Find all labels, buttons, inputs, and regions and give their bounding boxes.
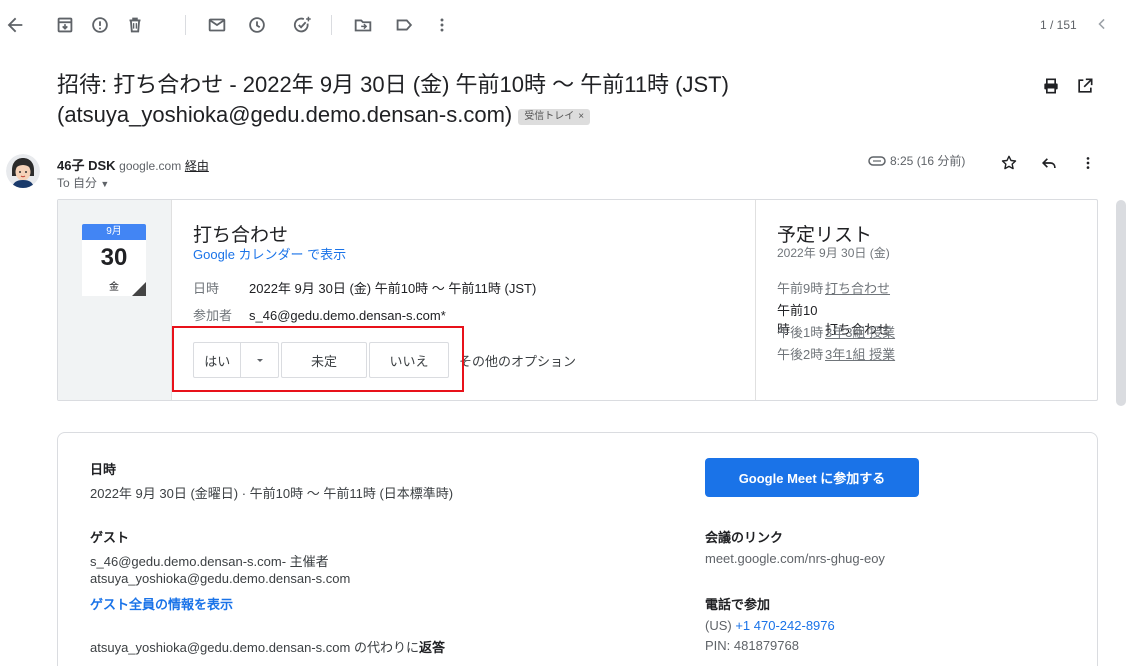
- event-who-label: 参加者: [193, 308, 233, 323]
- details-when-value: 2022年 9月 30日 (金曜日) · 午前10時 ～ 午前11時 (日本標準…: [90, 486, 454, 501]
- message-time: 8:25 (16 分前): [890, 154, 966, 168]
- phone-row: (US) +1 470-242-8976: [705, 618, 835, 633]
- details-when-heading: 日時: [90, 462, 117, 477]
- event-who-value: s_46@gedu.demo.densan-s.com*: [249, 308, 446, 323]
- more-options-link[interactable]: その他のオプション: [459, 351, 576, 370]
- event-who-row: 参加者 s_46@gedu.demo.densan-s.com*: [193, 305, 446, 324]
- remove-label-icon[interactable]: ×: [578, 111, 584, 122]
- reply-on-behalf-prefix: atsuya_yoshioka@gedu.demo.densan-s.com の…: [90, 640, 419, 655]
- calendar-date-icon: 9月 30 金: [82, 224, 146, 296]
- star-icon[interactable]: [999, 153, 1019, 173]
- agenda-panel: 予定リスト 2022年 9月 30日 (金) 午前9時 打ち合わせ 午前10時 打ち…: [755, 200, 1097, 400]
- rsvp-no-button[interactable]: いいえ: [369, 342, 449, 378]
- event-when-label: 日時: [193, 281, 220, 296]
- sender-name[interactable]: 46子 DSK: [57, 158, 116, 173]
- sender-domain: google.com: [119, 159, 182, 173]
- calendar-date-column: 9月 30 金: [58, 200, 172, 400]
- archive-icon[interactable]: [54, 14, 76, 36]
- rsvp-yes-dropdown[interactable]: [240, 343, 278, 377]
- chevron-left-icon[interactable]: [1092, 14, 1112, 34]
- agenda-item[interactable]: 午後1時 3年3組 授業: [777, 322, 895, 341]
- event-when-value: 2022年 9月 30日 (金) 午前10時 ～ 午前11時 (JST): [249, 281, 537, 296]
- agenda-item-name[interactable]: 打ち合わせ: [825, 281, 890, 296]
- reply-on-behalf: atsuya_yoshioka@gedu.demo.densan-s.com の…: [90, 637, 445, 656]
- snooze-icon[interactable]: [246, 14, 268, 36]
- agenda-item-name[interactable]: 3年1組 授業: [825, 347, 895, 362]
- reply-link[interactable]: 返答: [419, 640, 445, 655]
- reply-icon[interactable]: [1039, 153, 1059, 173]
- email-subject: 招待: 打ち合わせ - 2022年 9月 30日 (金) 午前10時 ～ 午前1…: [57, 70, 957, 130]
- join-meet-button[interactable]: Google Meet に参加する: [705, 458, 919, 497]
- phone-join-heading: 電話で参加: [705, 597, 771, 612]
- view-in-calendar-link[interactable]: Google カレンダー で表示: [193, 244, 346, 263]
- agenda-date: 2022年 9月 30日 (金): [777, 246, 890, 260]
- event-title: 打ち合わせ: [193, 225, 289, 246]
- subject-text: 招待: 打ち合わせ - 2022年 9月 30日 (金) 午前10時 ～ 午前1…: [57, 72, 729, 127]
- event-when-row: 日時 2022年 9月 30日 (金) 午前10時 ～ 午前11時 (JST): [193, 278, 536, 297]
- move-to-icon[interactable]: [352, 14, 374, 36]
- mark-unread-icon[interactable]: [206, 14, 228, 36]
- print-icon[interactable]: [1041, 76, 1061, 96]
- scrollbar-thumb[interactable]: [1116, 200, 1126, 406]
- phone-country: (US): [705, 618, 732, 633]
- details-guests-heading: ゲスト: [90, 530, 130, 545]
- toolbar-divider: [331, 15, 332, 35]
- calendar-day: 30: [100, 244, 128, 271]
- report-spam-icon[interactable]: [89, 14, 111, 36]
- event-details-card: 日時 2022年 9月 30日 (金曜日) · 午前10時 ～ 午前11時 (日…: [57, 432, 1098, 666]
- message-meta: 8:25 (16 分前): [868, 152, 965, 169]
- agenda-item[interactable]: 午後2時 3年1組 授業: [777, 344, 895, 363]
- recipient-text: To 自分: [57, 176, 98, 190]
- sender-via-link[interactable]: 経由: [185, 159, 209, 173]
- open-new-window-icon[interactable]: [1075, 76, 1095, 96]
- agenda-item-name[interactable]: 3年3組 授業: [825, 325, 895, 340]
- calendar-invite-card: 9月 30 金 打ち合わせ Google カレンダー で表示 日時 2022年 9…: [57, 199, 1098, 401]
- inbox-label-chip[interactable]: 受信トレイ ×: [518, 109, 591, 125]
- delete-icon[interactable]: [124, 14, 146, 36]
- toolbar-divider: [185, 15, 186, 35]
- agenda-item-time: 午後1時: [777, 325, 824, 340]
- page-fold-icon: [132, 282, 146, 296]
- agenda-item-time: 午前9時: [777, 281, 824, 296]
- more-vert-icon[interactable]: [431, 14, 453, 36]
- guest-attendee: atsuya_yoshioka@gedu.demo.densan-s.com: [90, 571, 351, 586]
- back-icon[interactable]: [4, 14, 26, 36]
- sender-line: 46子 DSK google.com 経由: [57, 155, 209, 174]
- show-all-guests-link[interactable]: ゲスト全員の情報を表示: [90, 594, 233, 613]
- guest-organizer: s_46@gedu.demo.densan-s.com- 主催者: [90, 554, 329, 569]
- calendar-month: 9月: [82, 224, 146, 240]
- rsvp-yes-label: はい: [204, 353, 231, 369]
- sender-avatar: [6, 154, 40, 188]
- recipient-line[interactable]: To 自分 ▼: [57, 174, 109, 191]
- agenda-item-time: 午後2時: [777, 347, 824, 362]
- pager-count: 1 / 151: [1040, 18, 1077, 32]
- meeting-link-heading: 会議のリンク: [705, 530, 784, 545]
- calendar-page: 30 金: [82, 240, 146, 296]
- add-task-icon[interactable]: [291, 14, 313, 36]
- meeting-link[interactable]: meet.google.com/nrs-ghug-eoy: [705, 551, 885, 566]
- recipient-dropdown-icon[interactable]: ▼: [100, 179, 109, 189]
- rsvp-yes-button[interactable]: はい: [193, 342, 279, 378]
- label-icon[interactable]: [393, 14, 415, 36]
- caret-down-icon: [256, 359, 263, 362]
- agenda-title: 予定リスト: [777, 225, 873, 246]
- rsvp-maybe-button[interactable]: 未定: [281, 342, 367, 378]
- phone-pin: PIN: 481879768: [705, 638, 799, 653]
- phone-number-link[interactable]: +1 470-242-8976: [735, 618, 834, 633]
- inbox-label-text: 受信トレイ: [524, 111, 575, 122]
- label-tag-icon: [868, 154, 886, 168]
- more-vert-icon[interactable]: [1078, 153, 1098, 173]
- agenda-item[interactable]: 午前9時 打ち合わせ: [777, 278, 890, 297]
